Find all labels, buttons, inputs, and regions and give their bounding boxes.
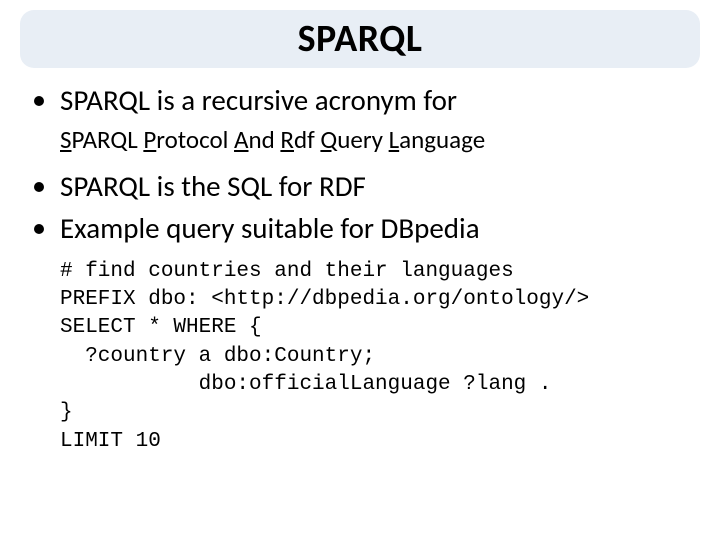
- acronym-pr: rotocol: [156, 124, 234, 155]
- bullet-item-1: SPARQL is a recursive acronym for: [28, 82, 700, 120]
- acronym-r: R: [280, 124, 294, 155]
- acronym-sr: PARQL: [72, 124, 144, 155]
- bullet-list-2: SPARQL is the SQL for RDF Example query …: [20, 168, 700, 247]
- code-line-4: ?country a dbo:Country;: [60, 345, 375, 368]
- code-line-3: SELECT * WHERE {: [60, 316, 262, 339]
- acronym-q: Q: [320, 124, 337, 155]
- bullet-item-3: Example query suitable for DBpedia: [28, 210, 700, 248]
- code-line-7: LIMIT 10: [60, 430, 161, 453]
- code-line-5: dbo:officialLanguage ?lang .: [60, 373, 551, 396]
- code-line-2: PREFIX dbo: <http://dbpedia.org/ontology…: [60, 288, 589, 311]
- acronym-line: SPARQL Protocol And Rdf Query Language: [60, 124, 700, 157]
- acronym-l: L: [389, 124, 400, 155]
- acronym-s: S: [60, 124, 72, 155]
- code-line-6: }: [60, 401, 73, 424]
- bullet-list: SPARQL is a recursive acronym for: [20, 82, 700, 120]
- slide-title-bar: SPARQL: [20, 10, 700, 68]
- slide-title: SPARQL: [40, 16, 680, 62]
- acronym-qr: uery: [337, 124, 388, 155]
- acronym-a: A: [234, 124, 248, 155]
- code-line-1: # find countries and their languages: [60, 260, 514, 283]
- code-block: # find countries and their languages PRE…: [60, 258, 700, 456]
- acronym-p: P: [143, 124, 156, 155]
- acronym-rr: df: [294, 124, 320, 155]
- bullet-item-2: SPARQL is the SQL for RDF: [28, 168, 700, 206]
- acronym-ar: nd: [249, 124, 281, 155]
- acronym-lr: anguage: [399, 124, 485, 155]
